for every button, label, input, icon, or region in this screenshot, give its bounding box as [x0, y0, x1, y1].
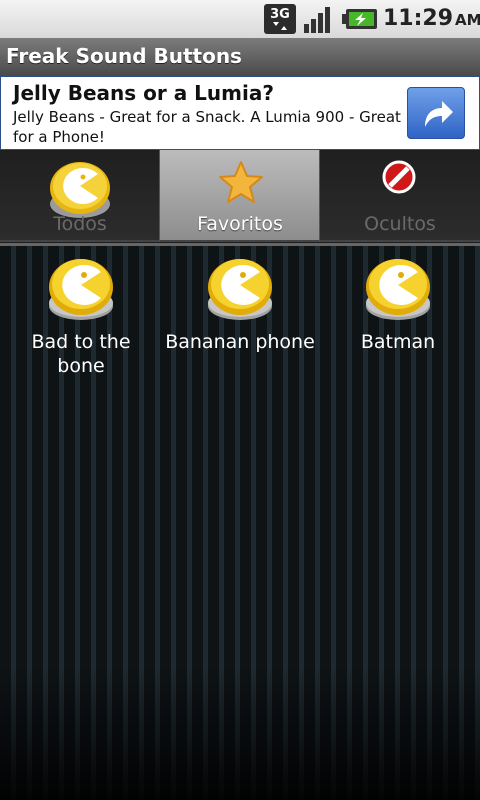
sound-label: Bad to the bone — [31, 331, 131, 377]
clock-time: 11:29 — [383, 6, 454, 31]
pacman-button-icon — [366, 259, 430, 320]
pacman-button-icon — [208, 259, 272, 320]
status-bar: 3G 11:29 AM — [0, 0, 480, 38]
clock-ampm: AM — [455, 11, 480, 29]
sound-label: Batman — [360, 331, 436, 353]
star-icon — [219, 161, 263, 203]
ad-banner[interactable]: Jelly Beans or a Lumia? Jelly Beans - Gr… — [0, 76, 480, 150]
no-entry-icon — [382, 160, 416, 194]
tab-ocultos-label: Ocultos — [364, 213, 436, 235]
signal-icon — [304, 7, 330, 33]
share-arrow-icon — [425, 101, 453, 127]
ad-body: Jelly Beans - Great for a Snack. A Lumia… — [13, 108, 401, 146]
pacman-button-icon — [49, 259, 113, 320]
sound-grid: Bad to the bone Bananan phone Batman — [0, 246, 480, 800]
ad-share-button[interactable] — [407, 87, 465, 139]
sound-button-bad-to-the-bone[interactable]: Bad to the bone — [6, 256, 156, 378]
tab-ocultos[interactable]: Ocultos — [320, 150, 480, 242]
sound-button-bananan-phone[interactable]: Bananan phone — [165, 256, 315, 354]
3g-icon: 3G — [264, 4, 296, 34]
app-title: Freak Sound Buttons — [6, 44, 242, 68]
sound-button-batman[interactable]: Batman — [323, 256, 473, 354]
sound-label: Bananan phone — [165, 331, 315, 353]
tab-todos[interactable]: Todos — [0, 150, 160, 242]
tab-todos-label: Todos — [53, 213, 107, 235]
network-type-label: 3G — [270, 7, 290, 22]
battery-charging-icon — [342, 9, 377, 29]
tab-favoritos-label: Favoritos — [197, 213, 283, 235]
tab-bar: Todos Favoritos Ocultos — [0, 150, 480, 244]
tab-favoritos[interactable]: Favoritos — [160, 150, 320, 242]
screen: 3G 11:29 AM Freak Sound Buttons Jelly Bea… — [0, 0, 480, 800]
status-clock: 11:29 AM — [383, 6, 480, 31]
app-title-bar: Freak Sound Buttons — [0, 38, 480, 77]
ad-title: Jelly Beans or a Lumia? — [13, 81, 274, 105]
